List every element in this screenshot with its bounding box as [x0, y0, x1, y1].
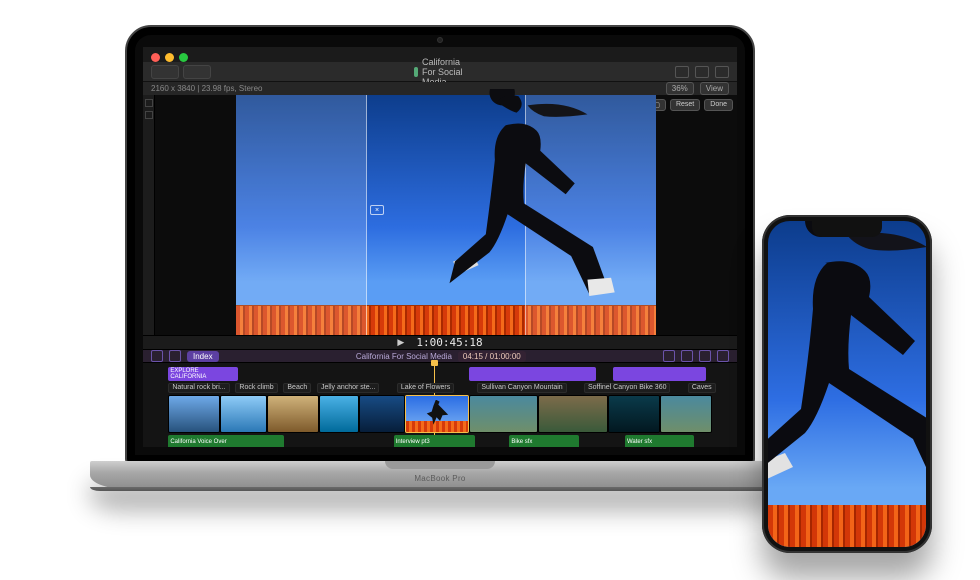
play-button[interactable]: ▶: [397, 337, 404, 348]
laptop-screen: California For Social Media 2160 x 3840 …: [143, 47, 737, 447]
clip-label: Natural rock bri...: [168, 383, 229, 393]
viewer[interactable]: ▢ Reset Done: [155, 95, 737, 335]
video-clip-selected[interactable]: [405, 395, 469, 433]
solo-icon[interactable]: [717, 350, 729, 362]
share-button[interactable]: [715, 66, 729, 78]
color-button[interactable]: [695, 66, 709, 78]
crop-mask-right: [526, 95, 656, 335]
titles-track[interactable]: EXPLORE CALIFORNIA: [151, 367, 729, 381]
laptop-base: MacBook Pro: [90, 461, 790, 489]
magnet-icon: [414, 67, 418, 77]
title-clip[interactable]: EXPLORE CALIFORNIA: [168, 367, 237, 381]
preview-canvas[interactable]: [236, 95, 656, 335]
timeline-index-button[interactable]: Index: [187, 351, 219, 362]
playhead-handle-icon[interactable]: [431, 360, 438, 366]
fullscreen-window-button[interactable]: [179, 53, 188, 62]
clip-label: Beach: [283, 383, 311, 393]
laptop-brand-text: MacBook Pro: [414, 474, 465, 483]
video-clip[interactable]: [319, 395, 359, 433]
crop-anchor-icon[interactable]: [370, 205, 384, 215]
crop-frame[interactable]: [366, 95, 526, 335]
audio-clip[interactable]: Water sfx: [625, 435, 694, 447]
phone-notch: [812, 221, 882, 237]
video-clip[interactable]: [538, 395, 607, 433]
clip-label: Caves: [688, 383, 716, 393]
audio-clip-label: Bike sfx: [511, 439, 532, 445]
done-button[interactable]: Done: [704, 99, 733, 111]
snap-icon[interactable]: [663, 350, 675, 362]
browser-toggle-button[interactable]: [183, 65, 211, 79]
audio-clip[interactable]: Interview pt3: [394, 435, 475, 447]
clip-label: Rock climb: [235, 383, 277, 393]
laptop-lid: California For Social Media 2160 x 3840 …: [125, 25, 755, 465]
macbook: California For Social Media 2160 x 3840 …: [90, 25, 790, 545]
timecode-display[interactable]: 1:00:45:18: [416, 336, 482, 349]
audio-clip-label: Interview pt3: [396, 439, 430, 445]
timeline-tool-select[interactable]: [151, 350, 163, 362]
crop-mask-left: [236, 95, 366, 335]
minimize-window-button[interactable]: [165, 53, 174, 62]
audio-skim-icon[interactable]: [699, 350, 711, 362]
video-clip[interactable]: [267, 395, 319, 433]
viewer-left-gutter: [143, 95, 155, 335]
primary-video-track[interactable]: [151, 395, 729, 433]
clip-label: Sullivan Canyon Mountain: [477, 383, 566, 393]
clip-label: Soffinel Canyon Bike 360: [584, 383, 670, 393]
phone-flowers: [768, 505, 926, 547]
phone-sky: [768, 221, 926, 547]
close-window-button[interactable]: [151, 53, 160, 62]
inspector-button[interactable]: [675, 66, 689, 78]
viewer-info-bar: 2160 x 3840 | 23.98 fps, Stereo 36% View: [143, 82, 737, 95]
video-clip[interactable]: [608, 395, 660, 433]
audio-clip-label: California Voice Over: [170, 439, 226, 445]
title-clip[interactable]: [469, 367, 596, 381]
clip-label: Lake of Flowers: [397, 383, 454, 393]
title-clip-label: EXPLORE CALIFORNIA: [170, 368, 235, 380]
timeline[interactable]: EXPLORE CALIFORNIA Natural rock bri... R…: [143, 363, 737, 447]
media-info-text: 2160 x 3840 | 23.98 fps, Stereo: [151, 84, 263, 93]
video-clip[interactable]: [220, 395, 266, 433]
video-editor-app: California For Social Media 2160 x 3840 …: [143, 47, 737, 447]
reset-button[interactable]: Reset: [670, 99, 700, 111]
timeline-tool-trim[interactable]: [169, 350, 181, 362]
gutter-button[interactable]: [145, 99, 153, 107]
viewer-row: ▢ Reset Done: [143, 95, 737, 335]
clip-label: Jelly anchor ste...: [317, 383, 379, 393]
audio-clip[interactable]: California Voice Over: [168, 435, 284, 447]
video-clip[interactable]: [359, 395, 405, 433]
video-clip[interactable]: [168, 395, 220, 433]
transport-bar: ▶ 1:00:45:18: [143, 335, 737, 350]
phone-screen: [768, 221, 926, 547]
timeline-duration: 04:15 / 01:00:00: [458, 351, 526, 362]
audio-clip[interactable]: Bike sfx: [509, 435, 578, 447]
audio-track-1[interactable]: California Voice Over Interview pt3 Bike…: [151, 435, 729, 447]
video-clip[interactable]: [469, 395, 538, 433]
zoom-select[interactable]: 36%: [666, 82, 694, 95]
camera-icon: [437, 37, 443, 43]
video-clip[interactable]: [660, 395, 712, 433]
title-clip[interactable]: [613, 367, 705, 381]
timeline-toolbar: Index California For Social Media 04:15 …: [143, 350, 737, 362]
library-toggle-button[interactable]: [151, 65, 179, 79]
audio-clip-label: Water sfx: [627, 439, 652, 445]
iphone: [762, 215, 932, 553]
gutter-button[interactable]: [145, 111, 153, 119]
view-menu[interactable]: View: [700, 82, 729, 95]
laptop-notch: [385, 461, 495, 469]
skimming-icon[interactable]: [681, 350, 693, 362]
clip-labels-row: Natural rock bri... Rock climb Beach Jel…: [151, 383, 729, 393]
title-bar: California For Social Media: [143, 62, 737, 82]
